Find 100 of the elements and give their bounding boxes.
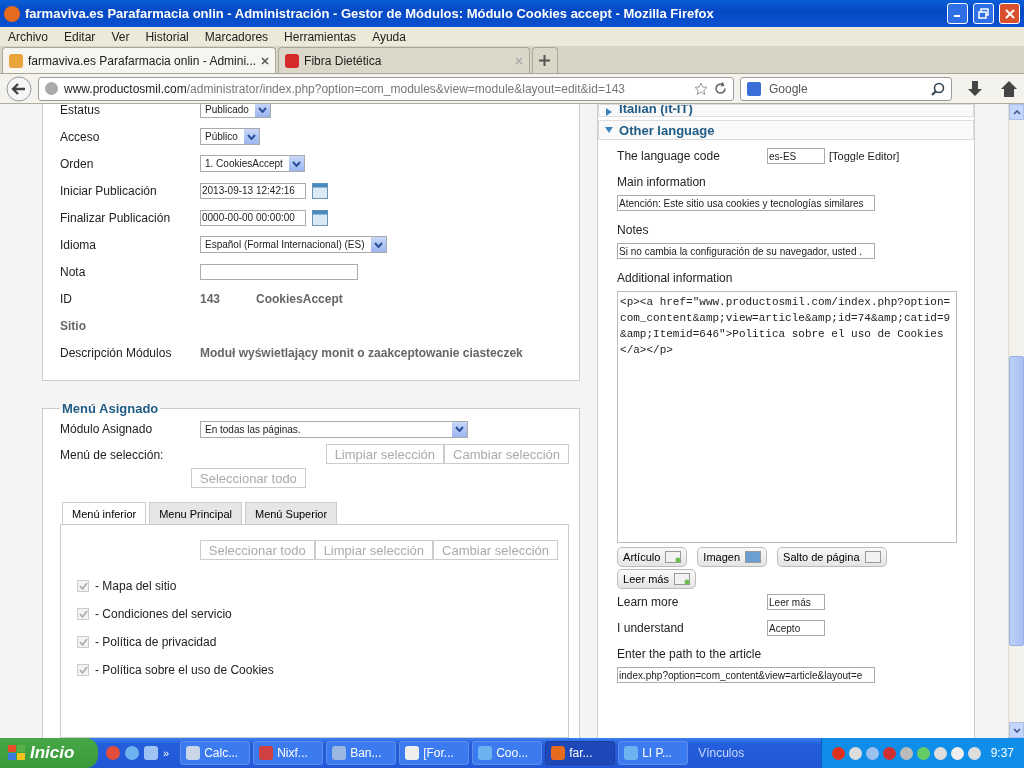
close-icon[interactable] [261,56,270,65]
tray-icon[interactable] [848,746,862,760]
app-icon[interactable] [144,746,158,760]
menu-item[interactable]: Historial [137,29,197,44]
calendar-icon[interactable] [312,182,328,199]
tray-icon[interactable] [882,746,896,760]
select-field[interactable]: En todas las páginas. [200,420,468,438]
checkbox[interactable] [77,636,89,648]
menu-item[interactable]: Editar [56,29,104,44]
window-title: farmaviva.es Parafarmacia onlin - Administración - Gestor de Módulos: Módulo Cookies accept - Mozilla Firefox [25,6,715,21]
address-field[interactable]: www.productosmil.com/administrator/index.php?option=com_modules&view=module&layout=edit&id=143 [38,76,734,101]
toggle-editor-link[interactable]: [Toggle Editor] [829,150,900,162]
text-field[interactable] [200,263,358,280]
image-icon [745,551,762,563]
taskbar-button[interactable]: Ban... [326,741,397,765]
field-label: Menú de selección: [60,448,165,462]
editor-button[interactable]: Salto de página [777,547,887,567]
tray-icon[interactable] [831,746,845,760]
search-icon[interactable] [931,81,945,96]
collapsed-triangle-icon [605,108,614,116]
text-field[interactable]: es-ES [767,148,826,164]
search-field[interactable]: Google [740,76,952,101]
static-value: 143 [200,291,221,306]
tray-icon[interactable] [933,746,947,760]
select-field[interactable]: Público [200,128,260,145]
reload-icon[interactable] [714,82,727,95]
scrollbar[interactable] [1008,104,1024,738]
browser-tab[interactable]: Fibra Dietética [278,47,531,73]
taskbar-button[interactable]: Nixf... [253,741,324,765]
back-icon[interactable] [6,75,32,102]
field-label: Nota [60,264,87,279]
field-label: Orden [60,156,95,171]
editor-button[interactable]: Leer más [617,569,696,589]
more-button[interactable]: » [163,747,170,759]
app-icon [259,746,274,760]
restore-button[interactable] [973,3,994,24]
tray-icon[interactable] [916,746,930,760]
menu-item[interactable]: Ayuda [364,29,414,44]
restore-icon [978,8,989,19]
menu-tab[interactable]: Menu Principal [149,502,242,525]
checkbox[interactable] [77,664,89,676]
text-field[interactable]: Leer más [767,594,826,610]
browser-tab[interactable]: farmaviva.es Parafarmacia onlin - Admini... [2,47,277,73]
home-icon[interactable] [1000,79,1018,98]
field-label: ID [60,291,73,306]
checkbox[interactable] [77,608,89,620]
field-label: Estatus [60,104,102,117]
checkbox[interactable] [77,580,89,592]
field-label: The language code [617,149,721,163]
date-field[interactable]: 2013-09-13 12:42:16 [200,182,306,199]
menu-tab[interactable]: Menú inferior [62,502,147,525]
menu-item[interactable]: Ver [103,29,138,44]
date-field[interactable]: 0000-00-00 00:00:00 [200,209,306,226]
field-label: Módulo Asignado [60,422,154,436]
checkbox-label: - Política de privacidad [95,635,217,649]
tray-icon[interactable] [899,746,913,760]
field-label: I understand [617,621,685,635]
document-icon [665,551,682,563]
links-toolbar[interactable]: Vínculos [698,746,821,760]
minimize-button[interactable] [947,3,968,24]
calendar-icon[interactable] [312,209,328,226]
menu-item[interactable]: Herramientas [276,29,365,44]
tray-icon[interactable] [967,746,981,760]
checkbox-label: - Política sobre el uso de Cookies [95,663,274,677]
text-area[interactable]: <p><a href="www.productosmil.com/index.php?option=com_content&amp;view=article&amp;id=74&amp;catid=9&amp;Itemid=646">Politica sobre el uso de Cookies</a></p> [617,291,958,543]
taskbar-button[interactable]: [For... [399,741,470,765]
section-header[interactable]: Other language [598,120,975,140]
text-field[interactable]: index.php?option=com_content&view=article&layout=e [617,667,876,683]
download-icon[interactable] [966,79,984,98]
close-icon [1004,8,1015,19]
section-title: Menú Asignado [61,401,160,416]
app-icon [332,746,347,760]
static-value: CookiesAccept [256,291,343,306]
field-label: Descripción Módulos [60,345,173,360]
bookmark-star-icon[interactable] [694,81,708,96]
tray-icon[interactable] [950,746,964,760]
select-field[interactable]: Español (Formal Internacional) (ES) [200,236,387,253]
editor-button[interactable]: Artículo [617,547,688,567]
tray-icon[interactable] [865,746,879,760]
editor-button[interactable]: Imagen [697,547,768,567]
field-label: Idioma [60,237,98,252]
section-label: Sitio [60,318,87,333]
menu-item[interactable]: Marcadores [196,29,277,44]
text-field[interactable]: Acepto [767,620,826,636]
text-field[interactable]: Si no cambia la configuración de su navegador, usted . [617,243,876,259]
new-tab-button[interactable] [532,47,559,73]
text-field[interactable]: Atención: Este sitio usa cookies y tecnologías similares [617,195,876,211]
checkbox-label: - Mapa del sitio [95,579,177,593]
taskbar-button[interactable]: Calc... [180,741,251,765]
close-button[interactable] [999,3,1020,24]
select-field[interactable]: Publicado [200,104,271,118]
taskbar-button[interactable]: far... [545,741,616,765]
menu-item[interactable]: Archivo [0,29,56,44]
taskbar-button[interactable]: LI P... [618,741,689,765]
taskbar-button[interactable]: Coo... [472,741,543,765]
static-value: Moduł wyświetlający monit o zaakceptowanie ciasteczek [200,345,523,360]
field-label: Enter the path to the article [617,646,763,663]
menu-tab[interactable]: Menú Superior [244,502,338,525]
plus-icon [539,55,551,66]
select-field[interactable]: 1. CookiesAccept [200,155,305,172]
